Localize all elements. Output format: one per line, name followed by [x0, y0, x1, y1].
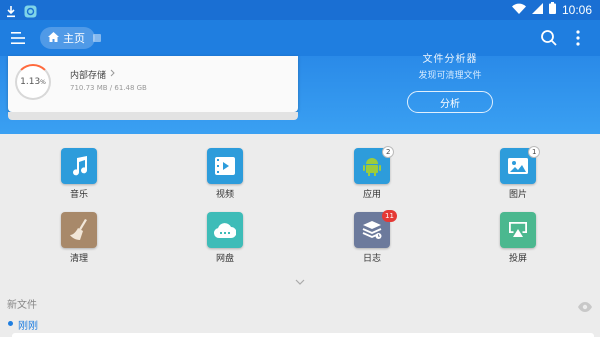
storage-title-label: 内部存储	[70, 71, 107, 81]
category-log[interactable]: 11 日志	[342, 204, 402, 264]
category-label: 清理	[69, 254, 88, 264]
breadcrumb-home[interactable]: 主页	[40, 27, 95, 49]
cloud-icon	[207, 212, 243, 248]
category-cloud[interactable]: 网盘	[195, 204, 255, 264]
signal-icon	[531, 2, 543, 17]
internal-storage-card[interactable]: 1.13% 内部存储 710.73 MB / 61.48 GB	[8, 56, 298, 120]
eye-icon[interactable]	[578, 297, 592, 312]
apps-badge: 2	[382, 146, 395, 158]
recent-group-label: 刚刚	[18, 321, 38, 332]
new-files-title: 新文件	[7, 300, 37, 311]
category-label: 日志	[362, 254, 381, 264]
status-bar: 10:06	[0, 0, 600, 20]
chevron-down-icon[interactable]	[295, 270, 305, 285]
analyze-button[interactable]: 分析	[407, 91, 493, 113]
log-badge: 11	[382, 210, 397, 222]
breadcrumb-overflow-icon	[93, 34, 101, 42]
more-options-icon[interactable]	[574, 29, 582, 47]
storage-percent: 1.13	[20, 77, 41, 87]
analyzer-title: 文件分析器	[422, 54, 478, 65]
category-label: 音乐	[69, 190, 88, 200]
category-label: 网盘	[215, 254, 234, 264]
app-bar: 主页	[0, 20, 600, 56]
category-grid: 音乐 视频 2 应用 1 图片 清理 网盘 11 日志 投屏	[0, 140, 600, 270]
storage-banner: 1.13% 内部存储 710.73 MB / 61.48 GB 文件分析器 发现…	[0, 54, 600, 134]
broom-icon	[61, 212, 97, 248]
chevron-right-icon	[110, 69, 115, 80]
storage-usage-ring: 1.13%	[15, 64, 51, 100]
category-label: 应用	[362, 190, 381, 200]
music-icon	[61, 148, 97, 184]
wifi-icon	[511, 3, 526, 17]
recent-file-card[interactable]	[12, 333, 594, 337]
category-label: 视频	[215, 190, 234, 200]
cast-icon	[500, 212, 536, 248]
menu-icon[interactable]	[10, 30, 26, 46]
category-music[interactable]: 音乐	[49, 140, 109, 200]
battery-icon	[548, 2, 556, 17]
category-apps[interactable]: 2 应用	[342, 140, 402, 200]
category-label: 图片	[508, 190, 527, 200]
category-cast[interactable]: 投屏	[488, 204, 548, 264]
timeline-dot	[8, 321, 13, 326]
category-video[interactable]: 视频	[195, 140, 255, 200]
analyzer-subtitle: 发现可清理文件	[418, 71, 482, 81]
images-badge: 1	[528, 146, 541, 158]
search-icon[interactable]	[540, 29, 558, 47]
storage-title: 内部存储	[70, 68, 115, 81]
category-label: 投屏	[508, 254, 527, 264]
category-clean[interactable]: 清理	[49, 204, 109, 264]
video-icon	[207, 148, 243, 184]
category-images[interactable]: 1 图片	[488, 140, 548, 200]
clock: 10:06	[561, 2, 592, 17]
breadcrumb-label: 主页	[63, 32, 85, 45]
home-icon	[48, 31, 59, 45]
storage-percent-sign: %	[40, 78, 46, 86]
storage-size: 710.73 MB / 61.48 GB	[70, 84, 147, 92]
